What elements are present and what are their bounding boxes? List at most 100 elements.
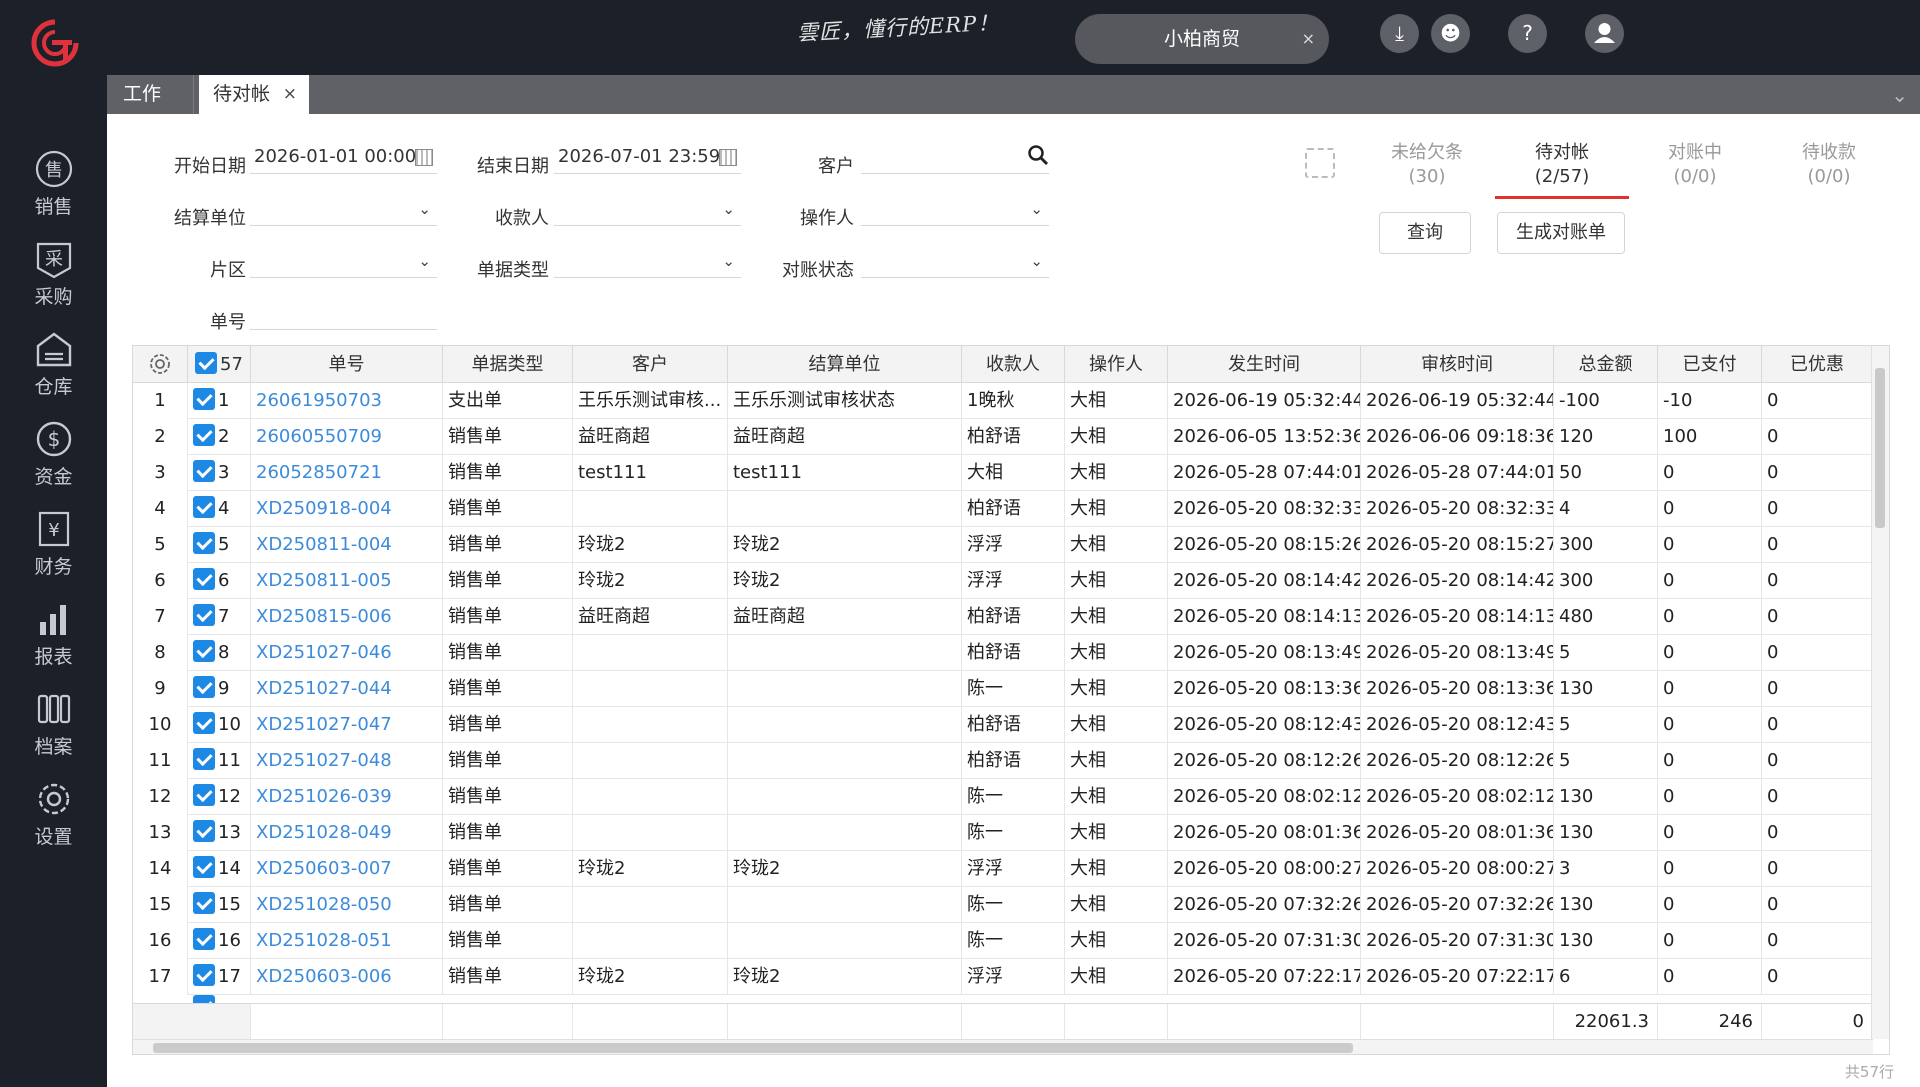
doc-number-link[interactable]: 26060550709	[251, 419, 443, 455]
calendar-icon[interactable]	[415, 149, 433, 166]
column-header[interactable]: 单据类型	[443, 346, 573, 383]
generate-statement-button[interactable]: 生成对账单	[1497, 212, 1625, 254]
row-select-cell[interactable]: 15	[188, 887, 251, 923]
select-all-checkbox[interactable]: 57	[188, 346, 251, 383]
row-select-cell[interactable]: 9	[188, 671, 251, 707]
doc-number-link[interactable]: XD251028-050	[251, 887, 443, 923]
row-select-cell[interactable]: 4	[188, 491, 251, 527]
row-select-cell[interactable]: 16	[188, 923, 251, 959]
table-row[interactable]: 7 7 XD250815-006 销售单 益旺商超 益旺商超 柏舒语 大相 2026-05-20…	[133, 599, 1873, 635]
calendar-icon[interactable]	[719, 149, 737, 166]
table-row[interactable]: 10 10 XD251027-047 销售单 柏舒语 大相 2026-05-20 08:12…	[133, 707, 1873, 743]
doctype-select[interactable]: ⌄	[554, 246, 741, 278]
sidebar-item-warehouse[interactable]: 仓库	[0, 328, 107, 408]
tab-pending-reconcile[interactable]: 待对帐 ×	[199, 75, 309, 114]
checkbox-checked[interactable]	[193, 712, 215, 734]
sidebar-item-sales[interactable]: 售销售	[0, 148, 107, 228]
help-icon[interactable]: ?	[1508, 14, 1547, 53]
checkbox-checked[interactable]	[193, 532, 215, 554]
docno-input[interactable]	[250, 298, 437, 330]
checkbox-checked[interactable]	[193, 928, 215, 950]
sidebar-item-settings[interactable]: 设置	[0, 778, 107, 858]
table-row[interactable]: 4 4 XD250918-004 销售单 柏舒语 大相 2026-05-20 08:32:3…	[133, 491, 1873, 527]
table-row[interactable]	[133, 995, 1873, 1003]
checkbox-checked[interactable]	[193, 388, 215, 410]
row-select-cell[interactable]: 7	[188, 599, 251, 635]
table-row[interactable]: 3 3 26052850721 销售单 test111 test111 大相 大相 2026-0…	[133, 455, 1873, 491]
checkbox-checked[interactable]	[193, 892, 215, 914]
row-select-cell[interactable]: 8	[188, 635, 251, 671]
doc-number-link[interactable]: XD250811-005	[251, 563, 443, 599]
column-header[interactable]: 单号	[251, 346, 443, 383]
brand-logo-icon[interactable]	[30, 18, 80, 70]
user-avatar-icon[interactable]	[1585, 14, 1624, 53]
doc-number-link[interactable]: 26052850721	[251, 455, 443, 491]
column-settings-gear-icon[interactable]	[133, 346, 188, 383]
table-row[interactable]: 9 9 XD251027-044 销售单 陈一 大相 2026-05-20 08:13:36…	[133, 671, 1873, 707]
column-header[interactable]: 结算单位	[728, 346, 962, 383]
doc-number-link[interactable]: XD250815-006	[251, 599, 443, 635]
column-header[interactable]: 收款人	[962, 346, 1065, 383]
table-row[interactable]: 8 8 XD251027-046 销售单 柏舒语 大相 2026-05-20 08:13:4…	[133, 635, 1873, 671]
checkbox-checked[interactable]	[193, 784, 215, 806]
doc-number-link[interactable]: 26061950703	[251, 383, 443, 419]
checkbox-checked[interactable]	[193, 460, 215, 482]
table-row[interactable]: 6 6 XD250811-005 销售单 玲珑2 玲珑2 浮浮 大相 2026-05-20 08…	[133, 563, 1873, 599]
doc-number-link[interactable]: XD251027-046	[251, 635, 443, 671]
column-header[interactable]: 已支付	[1658, 346, 1762, 383]
status-select[interactable]: ⌄	[861, 246, 1049, 278]
customer-input[interactable]	[861, 142, 1049, 174]
end-date-input[interactable]: 2026-07-01 23:59	[554, 142, 741, 174]
doc-number-link[interactable]: XD250603-006	[251, 959, 443, 995]
checkbox-checked[interactable]	[193, 568, 215, 590]
doc-number-link[interactable]: XD251028-051	[251, 923, 443, 959]
column-header[interactable]: 审核时间	[1361, 346, 1554, 383]
horizontal-scrollbar[interactable]	[133, 1039, 1873, 1054]
chevron-down-icon[interactable]: ⌄	[1891, 83, 1908, 107]
checkbox-checked[interactable]	[193, 496, 215, 518]
doc-number-link[interactable]: XD251026-039	[251, 779, 443, 815]
doc-number-link[interactable]: XD250603-007	[251, 851, 443, 887]
row-select-cell[interactable]: 13	[188, 815, 251, 851]
doc-number-link[interactable]: XD251027-044	[251, 671, 443, 707]
column-header[interactable]: 客户	[573, 346, 728, 383]
row-select-cell[interactable]: 10	[188, 707, 251, 743]
sidebar-item-report[interactable]: 报表	[0, 598, 107, 678]
settle-unit-select[interactable]: ⌄	[250, 194, 437, 226]
tab-close-icon[interactable]: ×	[283, 75, 297, 114]
checkbox-checked[interactable]	[193, 995, 215, 1003]
sidebar-item-funds[interactable]: $ 资金	[0, 418, 107, 498]
doc-number-link[interactable]: XD251027-047	[251, 707, 443, 743]
checkbox-checked[interactable]	[193, 604, 215, 626]
row-select-cell[interactable]: 17	[188, 959, 251, 995]
table-row[interactable]: 16 16 XD251028-051 销售单 陈一 大相 2026-05-20 07:31:…	[133, 923, 1873, 959]
row-select-cell[interactable]: 1	[188, 383, 251, 419]
status-tab-2[interactable]: 对账中 (0/0)	[1630, 141, 1760, 189]
scrollbar-thumb[interactable]	[153, 1043, 1353, 1053]
operator-select[interactable]: ⌄	[861, 194, 1049, 226]
row-select-cell[interactable]: 11	[188, 743, 251, 779]
column-header[interactable]: 发生时间	[1168, 346, 1361, 383]
row-select-cell[interactable]: 2	[188, 419, 251, 455]
row-select-cell[interactable]: 5	[188, 527, 251, 563]
table-row[interactable]: 1 1 26061950703 支出单 王乐乐测试审核... 王乐乐测试审核状态 1晚秋 大相…	[133, 383, 1873, 419]
table-row[interactable]: 2 2 26060550709 销售单 益旺商超 益旺商超 柏舒语 大相 2026-06-05 …	[133, 419, 1873, 455]
column-header[interactable]: 总金额	[1554, 346, 1658, 383]
sidebar-item-archive[interactable]: 档案	[0, 688, 107, 768]
row-select-cell[interactable]: 14	[188, 851, 251, 887]
start-date-input[interactable]: 2026-01-01 00:00	[250, 142, 437, 174]
status-tab-0[interactable]: 未给欠条 (30)	[1362, 141, 1492, 189]
company-close-icon[interactable]: ×	[1302, 14, 1315, 64]
checkbox-checked[interactable]	[193, 748, 215, 770]
doc-number-link[interactable]: XD251027-048	[251, 743, 443, 779]
table-row[interactable]: 11 11 XD251027-048 销售单 柏舒语 大相 2026-05-20 08:12…	[133, 743, 1873, 779]
vertical-scrollbar[interactable]	[1871, 346, 1889, 1039]
doc-number-link[interactable]: XD251028-049	[251, 815, 443, 851]
area-select[interactable]: ⌄	[250, 246, 437, 278]
column-header[interactable]: 已优惠	[1762, 346, 1873, 383]
table-row[interactable]: 12 12 XD251026-039 销售单 陈一 大相 2026-05-20 08:02:…	[133, 779, 1873, 815]
status-tab-1[interactable]: 待对帐 (2/57)	[1497, 141, 1627, 189]
payee-select[interactable]: ⌄	[554, 194, 741, 226]
doc-number-link[interactable]: XD250918-004	[251, 491, 443, 527]
checkbox-checked[interactable]	[193, 424, 215, 446]
